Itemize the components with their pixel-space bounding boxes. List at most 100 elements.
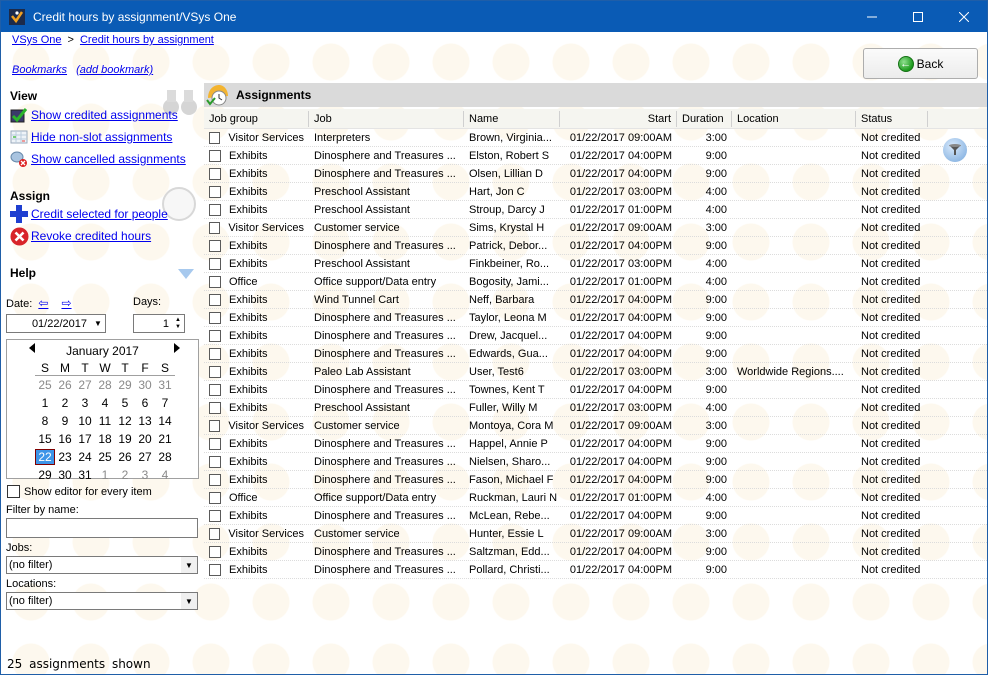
credit-selected-label[interactable]: Credit selected for people	[31, 207, 168, 221]
chevron-down-icon[interactable]: ▼	[181, 557, 197, 573]
calendar-day[interactable]: 30	[55, 468, 75, 482]
next-date-icon[interactable]: ⇨	[61, 296, 71, 310]
row-select-checkbox[interactable]	[209, 167, 221, 180]
table-row[interactable]: Exhibits Dinosphere and Treasures ... Niel…	[204, 453, 987, 471]
calendar-day[interactable]: 16	[55, 432, 75, 446]
show-credited-assignments-label[interactable]: Show credited assignments	[31, 108, 178, 122]
days-stepper[interactable]: 1 ▲ ▼	[133, 314, 185, 333]
spin-down-icon[interactable]: ▼	[175, 324, 181, 331]
table-row[interactable]: Visitor Services Customer service Sims, Kr…	[204, 219, 987, 237]
row-select-checkbox[interactable]	[209, 275, 221, 288]
row-select-checkbox[interactable]	[209, 329, 221, 342]
row-select-checkbox[interactable]	[209, 545, 221, 558]
row-select-checkbox[interactable]	[209, 203, 221, 216]
table-row[interactable]: Visitor Services Customer service Hunter, …	[204, 525, 987, 543]
table-row[interactable]: Exhibits Dinosphere and Treasures ... Faso…	[204, 471, 987, 489]
bookmarks-link[interactable]: Bookmarks	[12, 64, 67, 76]
table-row[interactable]: Exhibits Dinosphere and Treasures ... Patr…	[204, 237, 987, 255]
calendar-day[interactable]: 31	[155, 378, 175, 392]
row-select-checkbox[interactable]	[209, 149, 221, 162]
row-select-checkbox[interactable]	[209, 131, 221, 144]
chevron-down-icon[interactable]: ▼	[91, 315, 105, 332]
row-select-checkbox[interactable]	[209, 185, 221, 198]
calendar-day[interactable]: 21	[155, 432, 175, 446]
column-header-start[interactable]: Start	[560, 110, 677, 127]
row-select-checkbox[interactable]	[209, 437, 221, 450]
calendar-day[interactable]: 3	[75, 396, 95, 410]
table-row[interactable]: Exhibits Dinosphere and Treasures ... Town…	[204, 381, 987, 399]
calendar-day[interactable]: 11	[95, 414, 115, 428]
table-row[interactable]: Exhibits Dinosphere and Treasures ... Happ…	[204, 435, 987, 453]
column-header-location[interactable]: Location	[732, 110, 856, 127]
row-select-checkbox[interactable]	[209, 473, 221, 486]
row-select-checkbox[interactable]	[209, 221, 221, 234]
row-select-checkbox[interactable]	[209, 257, 221, 270]
table-row[interactable]: Exhibits Dinosphere and Treasures ... Salt…	[204, 543, 987, 561]
table-row[interactable]: Exhibits Dinosphere and Treasures ... Elst…	[204, 147, 987, 165]
close-button[interactable]	[941, 1, 987, 32]
column-header-job-group[interactable]: Job group	[204, 110, 309, 127]
row-select-checkbox[interactable]	[209, 527, 221, 540]
calendar-day[interactable]: 6	[135, 396, 155, 410]
filter-button[interactable]	[943, 138, 967, 162]
calendar-day-selected[interactable]: 22	[35, 449, 55, 465]
row-select-checkbox[interactable]	[209, 509, 221, 522]
calendar-day[interactable]: 26	[115, 450, 135, 464]
calendar-day[interactable]: 18	[95, 432, 115, 446]
show-cancelled-assignments-link[interactable]: Show cancelled assignments	[9, 150, 186, 168]
row-select-checkbox[interactable]	[209, 419, 221, 432]
table-row[interactable]: Exhibits Dinosphere and Treasures ... Olse…	[204, 165, 987, 183]
table-row[interactable]: Exhibits Dinosphere and Treasures ... Drew…	[204, 327, 987, 345]
date-picker[interactable]: 01/22/2017 ▼	[6, 314, 106, 333]
calendar-day[interactable]: 3	[135, 468, 155, 482]
calendar-day[interactable]: 17	[75, 432, 95, 446]
row-select-checkbox[interactable]	[209, 347, 221, 360]
calendar-day[interactable]: 25	[35, 378, 55, 392]
revoke-credited-hours-label[interactable]: Revoke credited hours	[31, 229, 151, 243]
table-row[interactable]: Office Office support/Data entry Bogosity,…	[204, 273, 987, 291]
expand-triangle-icon[interactable]	[178, 269, 194, 279]
table-row[interactable]: Exhibits Dinosphere and Treasures ... Tayl…	[204, 309, 987, 327]
calendar-day[interactable]: 1	[95, 468, 115, 482]
previous-date-icon[interactable]: ⇦	[38, 296, 48, 310]
chevron-down-icon[interactable]: ▼	[181, 593, 197, 609]
jobs-dropdown[interactable]: (no filter) ▼	[6, 556, 198, 574]
calendar-day[interactable]: 4	[95, 396, 115, 410]
locations-dropdown[interactable]: (no filter) ▼	[6, 592, 198, 610]
calendar-day[interactable]: 27	[75, 378, 95, 392]
table-row[interactable]: Exhibits Preschool Assistant Hart, Jon C 01…	[204, 183, 987, 201]
calendar-day[interactable]: 25	[95, 450, 115, 464]
table-row[interactable]: Exhibits Paleo Lab Assistant User, Test6 01…	[204, 363, 987, 381]
calendar-day[interactable]: 28	[95, 378, 115, 392]
calendar-day[interactable]: 4	[155, 468, 175, 482]
hide-non-slot-assignments-link[interactable]: Hide non-slot assignments	[9, 128, 172, 146]
calendar-day[interactable]: 20	[135, 432, 155, 446]
calendar-day[interactable]: 19	[115, 432, 135, 446]
table-row[interactable]: Exhibits Preschool Assistant Fuller, Willy…	[204, 399, 987, 417]
checkbox[interactable]	[7, 485, 20, 498]
calendar-day[interactable]: 15	[35, 432, 55, 446]
spin-up-icon[interactable]: ▲	[175, 317, 181, 324]
table-row[interactable]: Exhibits Dinosphere and Treasures ... Poll…	[204, 561, 987, 579]
add-bookmark-link[interactable]: (add bookmark)	[76, 64, 153, 76]
table-row[interactable]: Exhibits Preschool Assistant Stroup, Darcy…	[204, 201, 987, 219]
calendar-day[interactable]: 24	[75, 450, 95, 464]
calendar-day[interactable]: 14	[155, 414, 175, 428]
row-select-checkbox[interactable]	[209, 311, 221, 324]
row-select-checkbox[interactable]	[209, 383, 221, 396]
next-month-icon[interactable]	[174, 343, 180, 353]
filter-by-name-input[interactable]	[6, 518, 198, 538]
calendar-day[interactable]: 9	[55, 414, 75, 428]
help-section-title[interactable]: Help	[10, 266, 36, 280]
column-header-name[interactable]: Name	[464, 110, 560, 127]
table-row[interactable]: Exhibits Preschool Assistant Finkbeiner, R…	[204, 255, 987, 273]
calendar-day[interactable]: 2	[55, 396, 75, 410]
calendar-day[interactable]: 13	[135, 414, 155, 428]
table-row[interactable]: Exhibits Dinosphere and Treasures ... McLe…	[204, 507, 987, 525]
calendar-day[interactable]: 26	[55, 378, 75, 392]
calendar-day[interactable]: 7	[155, 396, 175, 410]
maximize-button[interactable]	[895, 1, 941, 32]
credit-selected-link[interactable]: Credit selected for people	[9, 205, 168, 223]
show-editor-checkbox[interactable]: Show editor for every item	[7, 485, 152, 498]
show-credited-assignments-link[interactable]: Show credited assignments	[9, 106, 178, 124]
